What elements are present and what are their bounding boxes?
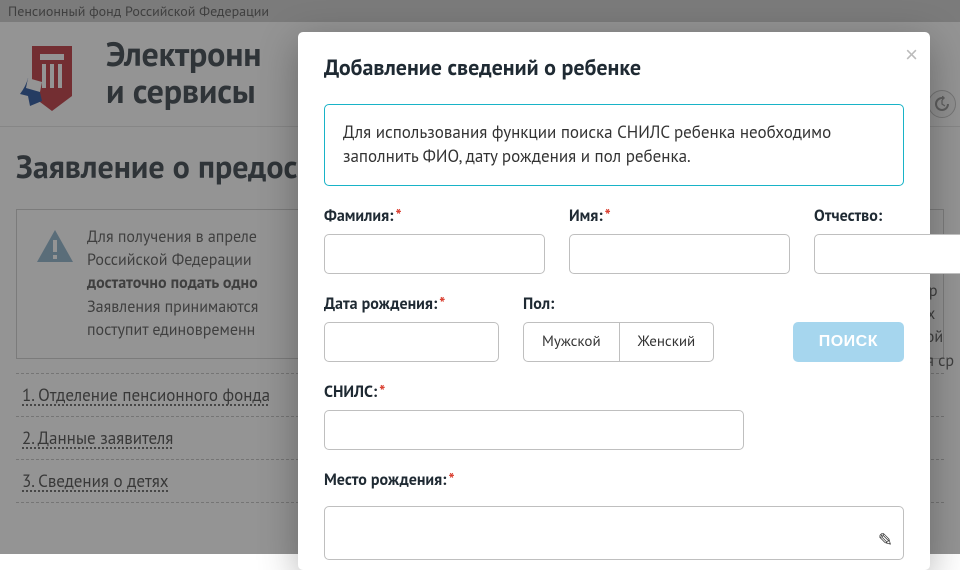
gender-female-option[interactable]: Женский bbox=[619, 323, 714, 361]
name-input[interactable] bbox=[569, 234, 790, 274]
snils-label: СНИЛС: bbox=[324, 382, 377, 402]
snils-input[interactable] bbox=[324, 410, 744, 450]
modal-title: Добавление сведений о ребенке bbox=[324, 54, 904, 82]
surname-input[interactable] bbox=[324, 234, 545, 274]
gender-segmented: Мужской Женский bbox=[523, 322, 714, 362]
gender-male-option[interactable]: Мужской bbox=[524, 323, 619, 361]
add-child-modal: × Добавление сведений о ребенке Для испо… bbox=[298, 32, 930, 570]
patronymic-label: Отчество: bbox=[814, 206, 882, 226]
search-button[interactable]: ПОИСК bbox=[793, 322, 904, 362]
dob-label: Дата рождения: bbox=[324, 294, 437, 314]
birthplace-label: Место рождения: bbox=[324, 470, 446, 490]
gender-label: Пол: bbox=[523, 294, 554, 314]
search-hint: Для использования функции поиска СНИЛС р… bbox=[324, 104, 904, 186]
surname-label: Фамилия: bbox=[324, 206, 393, 226]
patronymic-input[interactable] bbox=[814, 234, 960, 274]
name-label: Имя: bbox=[569, 206, 603, 226]
birthplace-input[interactable]: ✎ bbox=[324, 506, 904, 560]
close-icon[interactable]: × bbox=[905, 42, 918, 68]
dob-input[interactable] bbox=[324, 322, 499, 362]
edit-icon[interactable]: ✎ bbox=[878, 528, 893, 551]
